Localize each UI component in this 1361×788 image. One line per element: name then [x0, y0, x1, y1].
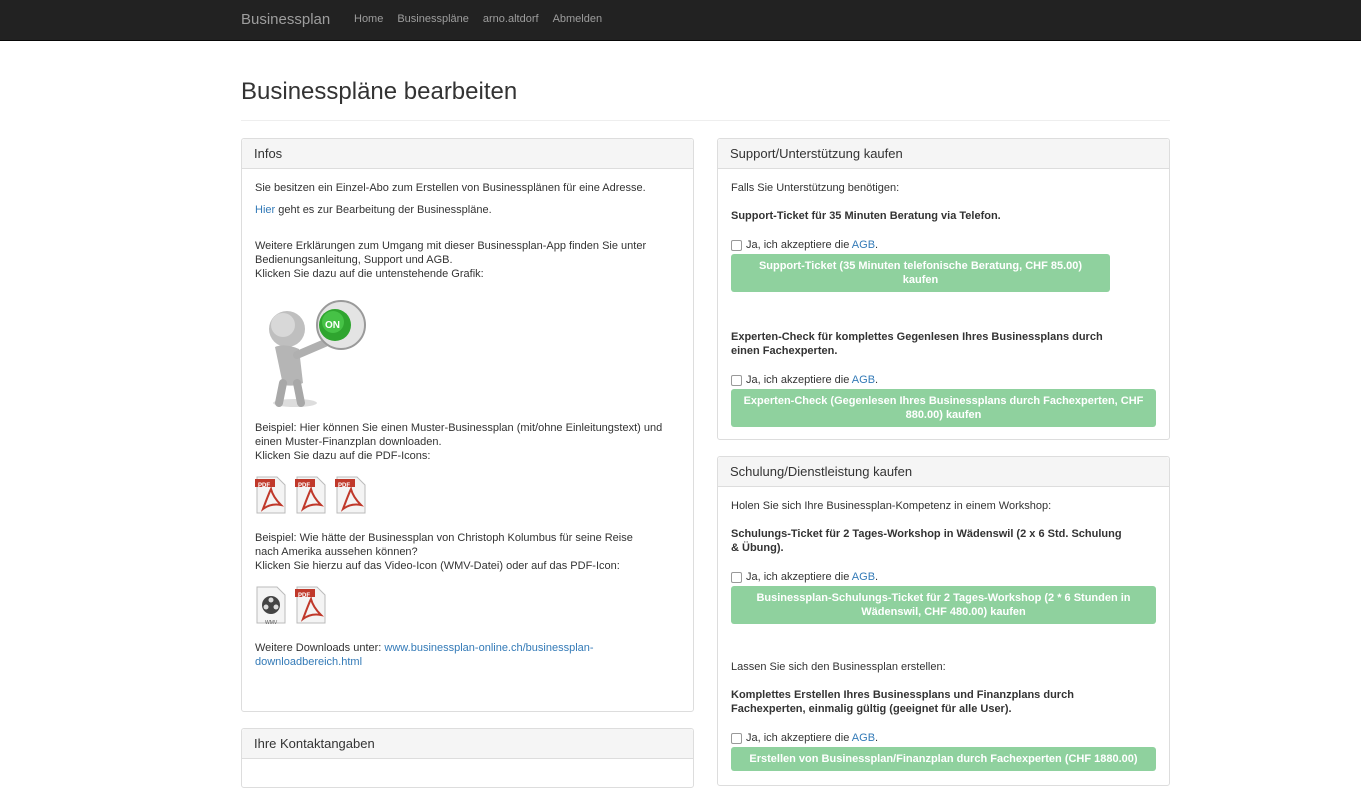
pdf-icon[interactable]: PDF: [295, 585, 327, 625]
nav-logout-link[interactable]: Abmelden: [553, 13, 603, 25]
example2-line-3: Klicken Sie hierzu auf das Video-Icon (W…: [255, 560, 620, 572]
creation-title-1: Komplettes Erstellen Ihres Businessplans…: [731, 689, 1074, 701]
downloads-link-cont[interactable]: downloadbereich.html: [255, 656, 362, 668]
support-heading: Support/Unterstützung kaufen: [718, 139, 1169, 169]
training-intro: Holen Sie sich Ihre Businessplan-Kompete…: [731, 500, 1052, 512]
buy-expert-check-button[interactable]: Experten-Check (Gegenlesen Ihres Busines…: [731, 389, 1156, 427]
agb-text: Ja, ich akzeptiere die: [746, 571, 852, 583]
expert-check-title-1: Experten-Check für komplettes Gegenlesen…: [731, 331, 1103, 343]
brand-link[interactable]: Businessplan: [241, 11, 330, 28]
agb-checkbox-row: Ja, ich akzeptiere die AGB.: [731, 731, 1156, 745]
nav-businessplaene-link[interactable]: Businesspläne: [397, 13, 469, 25]
agb-checkbox-row: Ja, ich akzeptiere die AGB.: [731, 238, 1156, 252]
top-navbar: Businessplan Home Businesspläne arno.alt…: [0, 0, 1361, 41]
pdf-icon-label: PDF: [338, 483, 350, 489]
buy-creation-button[interactable]: Erstellen von Businessplan/Finanzplan du…: [731, 747, 1156, 771]
infos-panel: Infos Sie besitzen ein Einzel-Abo zum Er…: [241, 138, 694, 712]
agb-checkbox-row: Ja, ich akzeptiere die AGB.: [731, 570, 1156, 584]
training-panel: Schulung/Dienstleistung kaufen Holen Sie…: [717, 456, 1170, 786]
agb-link[interactable]: AGB: [852, 732, 875, 744]
on-button-graphic[interactable]: ON: [255, 291, 375, 411]
support-intro: Falls Sie Unterstützung benötigen:: [731, 182, 900, 194]
on-label: ON: [325, 320, 340, 331]
agb-suffix: .: [875, 374, 879, 386]
agb-checkbox-row: Ja, ich akzeptiere die AGB.: [731, 373, 1156, 387]
video-icons-row: WMV PDF: [255, 585, 680, 626]
example1-line-1: Beispiel: Hier können Sie einen Muster-B…: [255, 422, 663, 434]
abo-info-text: Sie besitzen ein Einzel-Abo zum Erstelle…: [255, 182, 646, 194]
buy-training-ticket-button[interactable]: Businessplan-Schulungs-Ticket für 2 Tage…: [731, 586, 1156, 624]
agb-suffix: .: [875, 571, 879, 583]
training-ticket-title-2: & Übung).: [731, 542, 784, 554]
pdf-icons-row: PDF PDF PDF: [255, 475, 680, 515]
creation-title-2: Fachexperten, einmalig gültig (geeignet …: [731, 703, 1012, 715]
infos-heading: Infos: [242, 139, 693, 169]
contact-heading: Ihre Kontaktangaben: [242, 729, 693, 759]
training-button-line-1: Businessplan-Schulungs-Ticket für 2 Tage…: [756, 592, 1131, 604]
agb-link[interactable]: AGB: [852, 374, 875, 386]
hier-link[interactable]: Hier: [255, 204, 275, 216]
agb-link[interactable]: AGB: [852, 239, 875, 251]
agb-checkbox[interactable]: [731, 571, 742, 583]
agb-text: Ja, ich akzeptiere die: [746, 239, 852, 251]
nav-links: Home Businesspläne arno.altdorf Abmelden: [354, 13, 616, 25]
training-ticket-title-1: Schulungs-Ticket für 2 Tages-Workshop in…: [731, 528, 1122, 540]
page-title: Businesspläne bearbeiten: [241, 78, 518, 105]
example2-line-1: Beispiel: Wie hätte der Businessplan von…: [255, 532, 633, 544]
agb-text: Ja, ich akzeptiere die: [746, 374, 852, 386]
explain-line-2: Bedienungsanleitung, Support und AGB.: [255, 254, 453, 266]
example1-line-2: einen Muster-Finanzplan downloaden.: [255, 436, 442, 448]
creation-intro: Lassen Sie sich den Businessplan erstell…: [731, 661, 946, 673]
expert-check-title-2: einen Fachexperten.: [731, 345, 838, 357]
agb-text: Ja, ich akzeptiere die: [746, 732, 852, 744]
agb-suffix: .: [875, 732, 879, 744]
nav-user-link[interactable]: arno.altdorf: [483, 13, 539, 25]
agb-checkbox[interactable]: [731, 239, 742, 251]
agb-checkbox[interactable]: [731, 732, 742, 744]
pdf-icon-label: PDF: [298, 483, 310, 489]
training-heading: Schulung/Dienstleistung kaufen: [718, 457, 1169, 487]
downloads-link[interactable]: www.businessplan-online.ch/businessplan-: [384, 642, 593, 654]
pdf-icon[interactable]: PDF: [335, 475, 367, 515]
agb-link[interactable]: AGB: [852, 571, 875, 583]
support-panel: Support/Unterstützung kaufen Falls Sie U…: [717, 138, 1170, 440]
example1-line-3: Klicken Sie dazu auf die PDF-Icons:: [255, 450, 431, 462]
agb-suffix: .: [875, 239, 879, 251]
contact-panel: Ihre Kontaktangaben: [241, 728, 694, 788]
training-button-line-2: Wädenswil, CHF 480.00) kaufen: [861, 606, 1026, 618]
downloads-label: Weitere Downloads unter:: [255, 642, 385, 654]
pdf-icon[interactable]: PDF: [255, 475, 287, 515]
pdf-icon-label: PDF: [258, 483, 270, 489]
expert-check-button-line-2: 880.00) kaufen: [905, 409, 982, 421]
pdf-icon[interactable]: PDF: [295, 475, 327, 515]
expert-check-button-line-1: Experten-Check (Gegenlesen Ihres Busines…: [743, 395, 1144, 407]
buy-support-ticket-button[interactable]: Support-Ticket (35 Minuten telefonische …: [731, 254, 1110, 292]
video-icon[interactable]: WMV: [255, 585, 287, 626]
explain-line-1: Weitere Erklärungen zum Umgang mit diese…: [255, 240, 647, 252]
title-divider: [241, 120, 1170, 121]
explain-line-3: Klicken Sie dazu auf die untenstehende G…: [255, 268, 484, 280]
agb-checkbox[interactable]: [731, 374, 742, 386]
example2-line-2: nach Amerika aussehen können?: [255, 546, 418, 558]
wmv-label: WMV: [265, 620, 278, 626]
nav-home-link[interactable]: Home: [354, 13, 383, 25]
hier-text: geht es zur Bearbeitung der Businessplän…: [275, 204, 492, 216]
support-ticket-title: Support-Ticket für 35 Minuten Beratung v…: [731, 210, 1001, 222]
pdf-icon-label: PDF: [298, 593, 310, 599]
